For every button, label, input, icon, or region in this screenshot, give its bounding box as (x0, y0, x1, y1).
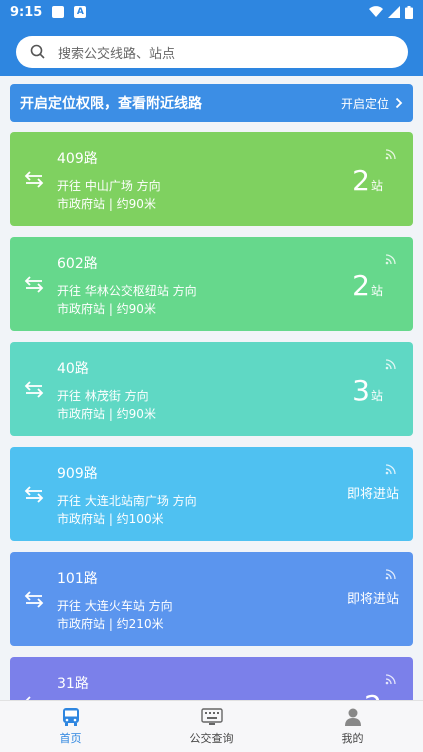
notification-icon (52, 6, 65, 18)
tab-home[interactable]: 首页 (0, 701, 141, 752)
route-name: 602路 (57, 256, 98, 272)
bus-route-card[interactable]: 409路开往 中山广场 方向 市政府站 | 约90米 2 站 (10, 132, 413, 226)
search-placeholder: 搜索公交线路、站点 (58, 46, 176, 62)
tab-profile-label: 我的 (341, 732, 364, 745)
stops-unit: 站 (370, 284, 383, 298)
stops-count: 2 (364, 689, 382, 700)
wifi-status-icon (369, 6, 383, 18)
bus-route-card[interactable]: 909路开往 大连北站南广场 方向 市政府站 | 约100米 即将进站 (10, 447, 413, 541)
bus-icon (62, 708, 79, 726)
signal-icon (388, 6, 400, 18)
enable-location-label: 开启定位 (340, 96, 389, 111)
main-content[interactable]: 开启定位权限，查看附近线路 开启定位 409路开往 中山广场 方向 市政府站 | … (0, 76, 423, 700)
route-name: 31路 (57, 676, 89, 692)
tab-profile[interactable]: 我的 (282, 701, 423, 752)
swap-direction-icon[interactable] (24, 590, 44, 608)
route-name: 101路 (57, 571, 98, 587)
stops-away: 3站 (352, 374, 383, 407)
swap-direction-icon[interactable] (24, 485, 44, 503)
realtime-signal-icon (385, 149, 396, 160)
bottom-tab-bar: 首页 公交查询 我的 (0, 700, 423, 752)
route-direction: 开往 林茂街 方向 (57, 389, 149, 403)
route-name: 909路 (57, 466, 98, 482)
tab-bus-query-label: 公交查询 (189, 732, 234, 745)
stop-distance: 市政府站 | 约210米 (57, 617, 164, 631)
stop-distance: 市政府站 | 约90米 (57, 302, 156, 316)
search-icon (30, 44, 45, 59)
stops-unit: 站 (370, 179, 383, 193)
arrival-status: 即将进站 (346, 487, 399, 502)
status-time: 9:15 (10, 4, 43, 20)
bus-route-card[interactable]: 602路开往 华林公交枢纽站 方向 市政府站 | 约90米 2 站 (10, 237, 413, 331)
enable-location-button[interactable]: 开启定位 (341, 95, 403, 112)
realtime-signal-icon (385, 359, 396, 370)
stops-away: 2 (364, 689, 383, 700)
route-name: 409路 (57, 151, 98, 167)
stops-count: 3 (352, 374, 370, 407)
swap-direction-icon[interactable] (24, 170, 44, 188)
realtime-signal-icon (385, 674, 396, 685)
stops-count: 2 (352, 164, 370, 197)
arrival-status: 即将进站 (346, 592, 399, 607)
route-direction: 开往 中山广场 方向 (57, 179, 161, 193)
tab-bus-query[interactable]: 公交查询 (141, 701, 282, 752)
keyboard-icon (200, 708, 223, 725)
swap-direction-icon[interactable] (24, 275, 44, 293)
tab-home-label: 首页 (59, 732, 82, 745)
stop-distance: 市政府站 | 约90米 (57, 407, 156, 421)
stops-away: 2站 (352, 164, 383, 197)
header: 搜索公交线路、站点 (0, 24, 423, 76)
route-name: 40路 (57, 361, 89, 377)
app-notification-icon: A (74, 6, 87, 18)
chevron-right-icon (395, 97, 403, 109)
realtime-signal-icon (385, 254, 396, 265)
person-icon (344, 708, 361, 726)
realtime-signal-icon (385, 569, 396, 580)
bus-route-card[interactable]: 31路 2 (10, 657, 413, 700)
battery-icon (405, 5, 413, 19)
realtime-signal-icon (385, 464, 396, 475)
stops-unit: 站 (370, 389, 383, 403)
stop-distance: 市政府站 | 约90米 (57, 197, 156, 211)
bus-route-card[interactable]: 40路开往 林茂街 方向 市政府站 | 约90米 3 站 (10, 342, 413, 436)
route-direction: 开往 大连火车站 方向 (57, 599, 173, 613)
stops-count: 2 (352, 269, 370, 302)
route-direction: 开往 大连北站南广场 方向 (57, 494, 197, 508)
route-direction: 开往 华林公交枢纽站 方向 (57, 284, 197, 298)
stop-distance: 市政府站 | 约100米 (57, 512, 164, 526)
search-input[interactable]: 搜索公交线路、站点 (16, 36, 408, 68)
stops-away: 2站 (352, 269, 383, 302)
location-permission-banner[interactable]: 开启定位权限，查看附近线路 开启定位 (10, 84, 413, 122)
location-banner-title: 开启定位权限，查看附近线路 (20, 96, 202, 112)
bus-route-card[interactable]: 101路开往 大连火车站 方向 市政府站 | 约210米 即将进站 (10, 552, 413, 646)
swap-direction-icon[interactable] (24, 380, 44, 398)
status-bar: 9:15 A (0, 0, 423, 24)
